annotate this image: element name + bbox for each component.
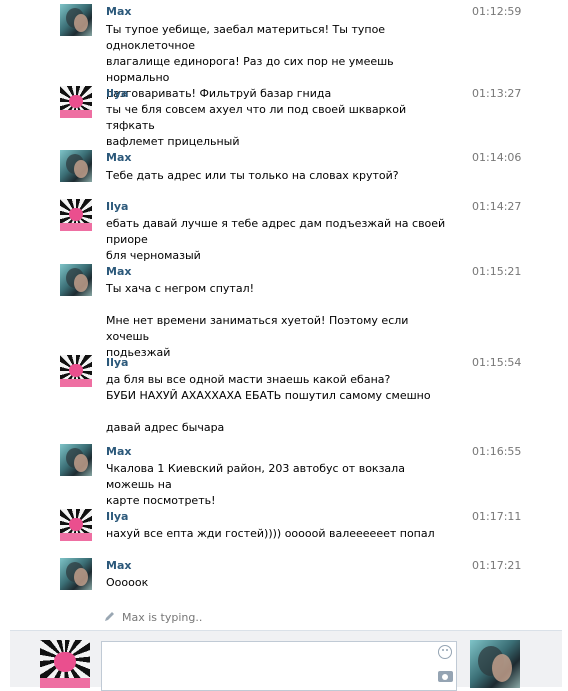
message-line: Чкалова 1 Киевский район, 203 автобус от… [106, 462, 405, 491]
avatar[interactable] [60, 444, 92, 476]
my-avatar[interactable] [40, 640, 90, 688]
message-time[interactable]: 01:14:06 [472, 151, 521, 164]
author-name[interactable]: Max [106, 559, 131, 572]
message-time[interactable]: 01:17:11 [472, 510, 521, 523]
message-line: да бля вы все одной масти знаешь какой е… [106, 373, 391, 386]
message-line: БУБИ НАХУЙ АХАХХАХА ЕБАТЬ пошутил самому… [106, 389, 431, 402]
message-line: вафлемет прицельный [106, 135, 240, 148]
message-text: Ооооок [106, 575, 446, 591]
avatar[interactable] [60, 199, 92, 231]
message-time[interactable]: 01:13:27 [472, 87, 521, 100]
pencil-icon [105, 612, 114, 621]
message-line: Ты хача с негром спутал! [106, 282, 255, 295]
message-line: бля черномазый [106, 249, 201, 262]
message-line: давай адрес бычара [106, 421, 225, 434]
message-line: Мне нет времени заниматься хуетой! Поэто… [106, 314, 409, 343]
message-line: Ты тупое уебище, заебал материться! Ты т… [106, 23, 386, 52]
author-name[interactable]: Ilya [106, 356, 128, 369]
typing-indicator: Max is typing.. [104, 610, 202, 624]
message-line: карте посмотреть! [106, 494, 216, 507]
author-name[interactable]: Max [106, 265, 131, 278]
message-text: ебать давай лучше я тебе адрес дам подъе… [106, 216, 446, 264]
avatar[interactable] [60, 264, 92, 296]
typing-text: Max is typing.. [122, 611, 203, 624]
message-line: влагалище единорога! Раз до сих пор не у… [106, 55, 394, 84]
author-name[interactable]: Max [106, 151, 131, 164]
smiley-icon[interactable] [438, 645, 452, 659]
message-history[interactable]: Max 01:12:59 Ты тупое уебище, заебал мат… [0, 0, 568, 630]
message-text: ты че бля совсем ахуел что ли под своей … [106, 102, 446, 150]
peer-avatar[interactable] [470, 640, 520, 688]
message-line: ебать давай лучше я тебе адрес дам подъе… [106, 217, 446, 246]
message-text: нахуй все епта жди гостей)))) ооооой вал… [106, 526, 446, 542]
author-name[interactable]: Ilya [106, 200, 128, 213]
message-time[interactable]: 01:12:59 [472, 5, 521, 18]
message-text: Чкалова 1 Киевский район, 203 автобус от… [106, 461, 446, 509]
message-text: Ты хача с негром спутал! Мне нет времени… [106, 281, 446, 361]
avatar[interactable] [60, 150, 92, 182]
message-time[interactable]: 01:14:27 [472, 200, 521, 213]
camera-icon[interactable] [438, 671, 453, 682]
avatar[interactable] [60, 86, 92, 118]
author-name[interactable]: Ilya [106, 510, 128, 523]
author-name[interactable]: Max [106, 5, 131, 18]
message-time[interactable]: 01:17:21 [472, 559, 521, 572]
message-line: Ооооок [106, 576, 149, 589]
message-line: ты че бля совсем ахуел что ли под своей … [106, 103, 407, 132]
message-text: Тебе дать адрес или ты только на словах … [106, 168, 446, 184]
author-name[interactable]: Ilya [106, 87, 128, 100]
message-time[interactable]: 01:15:21 [472, 265, 521, 278]
avatar[interactable] [60, 558, 92, 590]
avatar[interactable] [60, 509, 92, 541]
message-line: Тебе дать адрес или ты только на словах … [106, 169, 399, 182]
message-text: да бля вы все одной масти знаешь какой е… [106, 372, 446, 436]
message-line: нахуй все епта жди гостей)))) ооооой вал… [106, 527, 435, 540]
message-line: разговаривать! Фильтруй базар гнида [106, 87, 332, 100]
author-name[interactable]: Max [106, 445, 131, 458]
message-input[interactable] [101, 641, 457, 691]
message-text: Ты тупое уебище, заебал материться! Ты т… [106, 22, 446, 102]
message-time[interactable]: 01:15:54 [472, 356, 521, 369]
avatar[interactable] [60, 355, 92, 387]
avatar[interactable] [60, 4, 92, 36]
message-time[interactable]: 01:16:55 [472, 445, 521, 458]
